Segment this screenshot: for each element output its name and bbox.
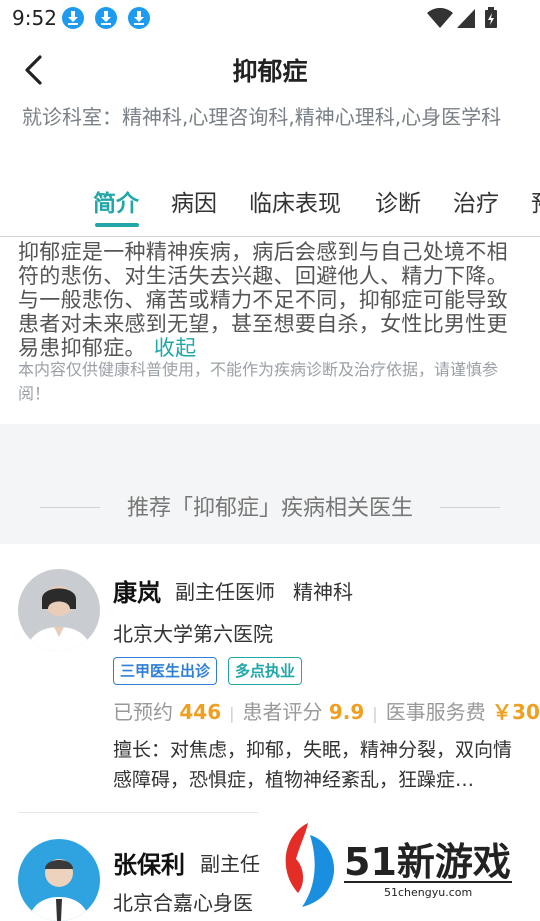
rating-value: 9.9 — [328, 700, 365, 724]
tab-prevention[interactable]: 预 — [531, 184, 540, 218]
page-title: 抑郁症 — [232, 57, 308, 86]
fee-label: 医事服务费 — [385, 700, 486, 724]
recommend-title: 推荐「抑郁症」疾病相关医生 — [126, 496, 413, 521]
tab-cause[interactable]: 病因 — [171, 184, 217, 218]
rating-label: 患者评分 — [242, 700, 323, 724]
status-time: 9:52 — [12, 6, 57, 30]
top-app-bar: 抑郁症 — [0, 36, 540, 106]
doctor-department: 精神科 — [293, 580, 353, 604]
recommend-section-bg — [0, 424, 540, 544]
doctor-name: 张保利 — [113, 851, 185, 879]
doctor-skills: 擅长：对焦虑，抑郁，失眠，精神分裂，双向情感障碍，恐惧症，植物神经紊乱，狂躁症… — [113, 739, 513, 791]
badge-multi-site: 多点执业 — [228, 657, 303, 685]
tab-treatment[interactable]: 治疗 — [453, 184, 499, 218]
tab-intro[interactable]: 简介 — [93, 184, 139, 218]
appointments-label: 已预约 — [113, 700, 173, 724]
doctor-stats: 已预约 446|患者评分 9.9|医事服务费 ￥300 — [113, 696, 540, 725]
doctor-name: 康岚 — [113, 579, 161, 607]
download-icon — [62, 7, 84, 29]
tab-bar: 简介 病因 临床表现 诊断 治疗 预 — [0, 176, 540, 237]
avatar — [18, 569, 100, 651]
doctor-card[interactable]: 康岚 副主任医师 精神科 北京大学第六医院 三甲医生出诊 多点执业 已预约 44… — [0, 545, 540, 813]
appointments-count: 446 — [179, 700, 222, 724]
doctor-hospital: 北京大学第六医院 — [113, 622, 273, 646]
wifi-icon — [427, 7, 453, 28]
tab-diagnosis[interactable]: 诊断 — [375, 184, 421, 218]
collapse-link[interactable]: 收起 — [154, 336, 197, 360]
avatar — [18, 839, 100, 921]
badge-tier-a: 三甲医生出诊 — [113, 657, 218, 685]
svg-text:51chengyu.com: 51chengyu.com — [384, 886, 472, 899]
disease-intro: 抑郁症是一种精神疾病，病后会感到与自己处境不相符的悲伤、对生活失去兴趣、回避他人… — [18, 240, 526, 360]
download-icon — [95, 7, 117, 29]
doctor-hospital: 北京合嘉心身医 — [113, 891, 253, 915]
active-tab-indicator — [95, 223, 139, 227]
status-bar: 9:52 — [0, 0, 540, 36]
doctor-title: 副主任医师 — [175, 580, 275, 604]
signal-icon — [457, 9, 475, 28]
fee-value: ￥300 — [492, 700, 540, 724]
tab-symptoms[interactable]: 临床表现 — [249, 184, 341, 218]
intro-text: 抑郁症是一种精神疾病，病后会感到与自己处境不相符的悲伤、对生活失去兴趣、回避他人… — [18, 240, 508, 360]
watermark-logo: 51新游戏 51chengyu.com — [285, 823, 512, 907]
department-info: 就诊科室：精神科,心理咨询科,精神心理科,心身医学科 — [22, 105, 502, 129]
disclaimer: 本内容仅供健康科普使用，不能作为疾病诊断及治疗依据，请谨慎参阅！ — [18, 360, 499, 403]
battery-charging-icon — [485, 7, 497, 28]
svg-text:51新游戏: 51新游戏 — [344, 840, 511, 884]
watermark: 51新游戏 51chengyu.com — [280, 815, 540, 914]
doctor-title: 副主任 — [200, 852, 260, 876]
download-icon — [128, 7, 150, 29]
